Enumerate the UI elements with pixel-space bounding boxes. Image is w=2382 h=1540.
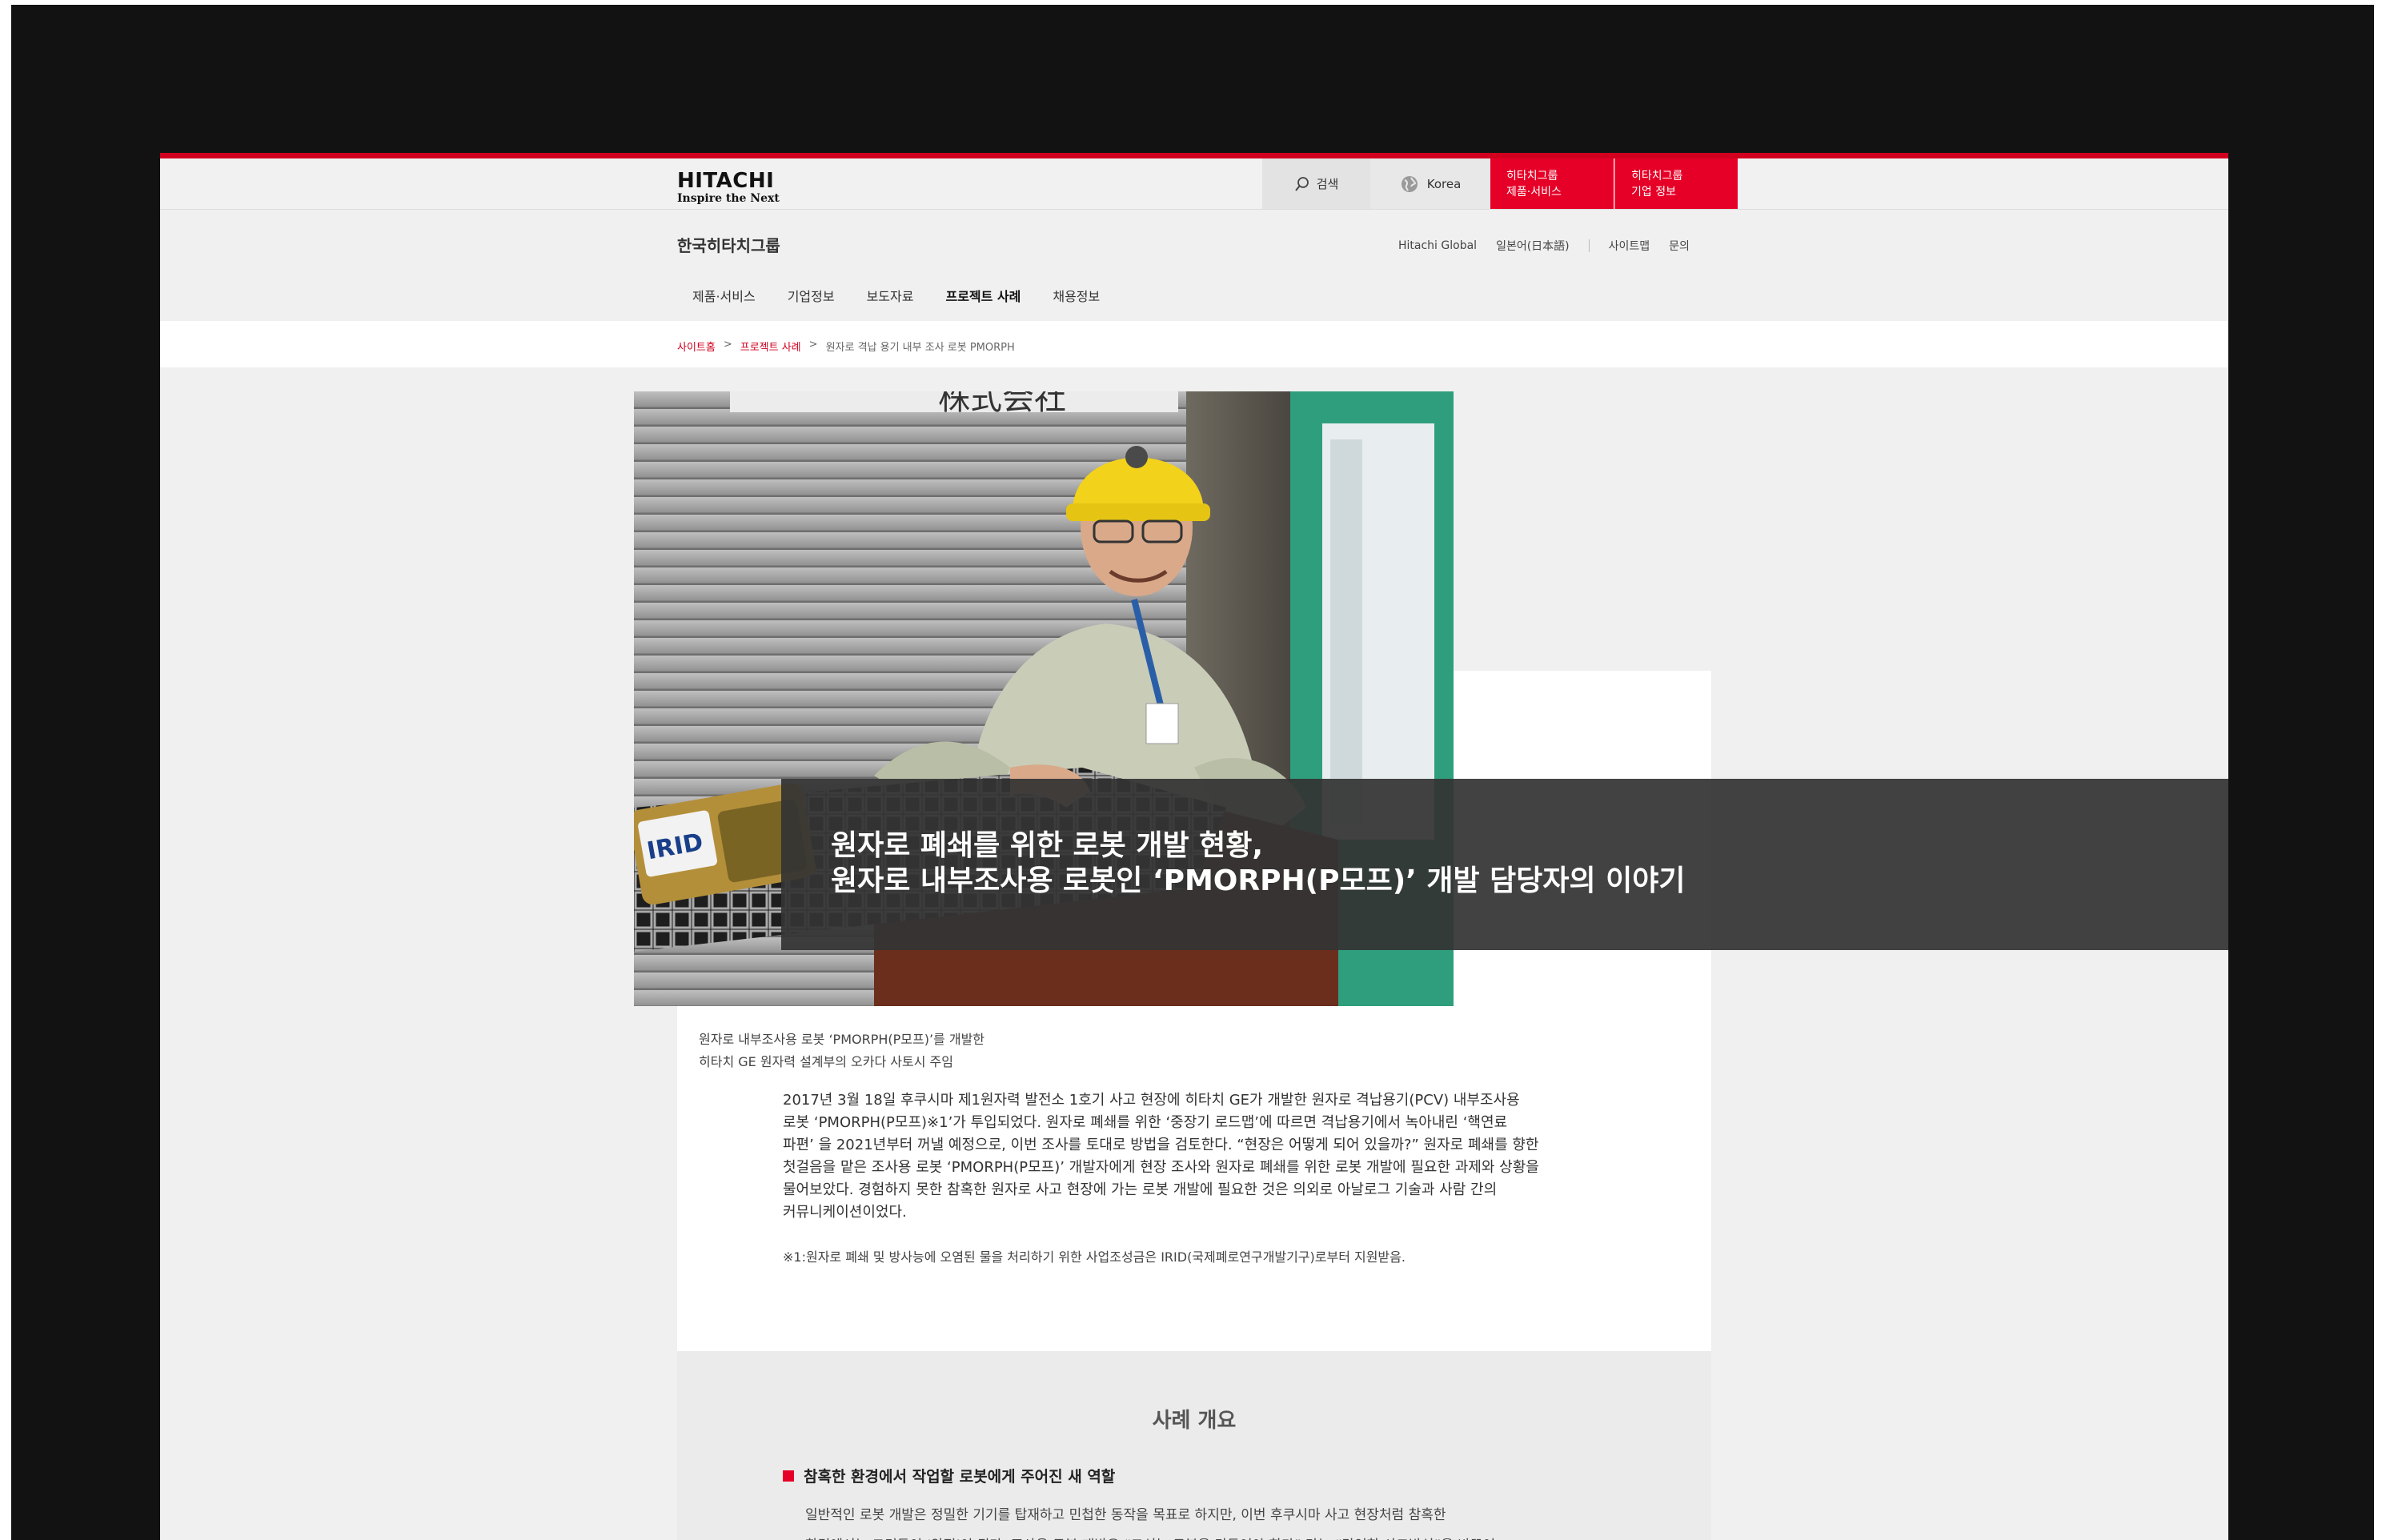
- nav-item-products[interactable]: 제품·서비스: [692, 286, 756, 305]
- hero-title: 원자로 폐쇄를 위한 로봇 개발 현황, 원자로 내부조사용 로봇인 ‘PMOR…: [831, 828, 1686, 899]
- breadcrumb-home[interactable]: 사이트홈: [677, 339, 716, 354]
- utility-links: Hitachi Global 일본어(日本語) 사이트맵 문의: [1398, 238, 1690, 254]
- main-nav: 제품·서비스 기업정보 보도자료 프로젝트 사례 채용정보: [692, 286, 1100, 305]
- red-square-icon: [783, 1470, 794, 1482]
- overview-subheading-text: 참혹한 환경에서 작업할 로봇에게 주어진 새 역할: [804, 1468, 1116, 1486]
- footnote: ※1:원자로 폐쇄 및 방사능에 오염된 물을 처리하기 위한 사업조성금은 I…: [783, 1249, 1406, 1265]
- breadcrumb-bar: [160, 321, 2228, 367]
- group-corp-label-line2: 기업 정보: [1631, 185, 1676, 199]
- screen-frame: HITACHI Inspire the Next 검색 Korea 히타치그룹 …: [11, 5, 2374, 1540]
- region-selector[interactable]: Korea: [1370, 158, 1490, 209]
- logo-tagline: Inspire the Next: [677, 192, 780, 205]
- intro-line: 물어보았다. 경험하지 못한 참혹한 원자로 사고 현장에 가는 로봇 개발에 …: [783, 1181, 1498, 1198]
- group-corp-label-line1: 히타치그룹: [1631, 169, 1683, 182]
- hero-title-line1: 원자로 폐쇄를 위한 로봇 개발 현황,: [831, 829, 1264, 862]
- nav-item-press[interactable]: 보도자료: [867, 286, 914, 305]
- overview-line: 일반적인 로봇 개발은 정밀한 기기를 탑재하고 민첩한 동작을 목표로 하지만…: [805, 1507, 1446, 1523]
- hitachi-logo[interactable]: HITACHI Inspire the Next: [677, 170, 780, 204]
- breadcrumb-separator: >: [723, 339, 732, 351]
- breadcrumb-separator: >: [808, 339, 818, 351]
- top-bar: [160, 158, 2228, 210]
- top-red-line: [160, 153, 2228, 158]
- util-link-japanese[interactable]: 일본어(日本語): [1496, 238, 1570, 254]
- photo-caption: 원자로 내부조사용 로봇 ‘PMORPH(P모프)’를 개발한 히타치 GE 원…: [699, 1029, 984, 1073]
- group-products-label-line2: 제품·서비스: [1506, 185, 1562, 199]
- web-page: HITACHI Inspire the Next 검색 Korea 히타치그룹 …: [160, 153, 2228, 1540]
- caption-line2: 히타치 GE 원자력 설계부의 오카다 사토시 주임: [699, 1054, 953, 1069]
- intro-line: 로봇 ‘PMORPH(P모프)※1’가 투입되었다. 원자로 폐쇄를 위한 ‘중…: [783, 1114, 1508, 1131]
- group-products-button[interactable]: 히타치그룹 제품·서비스: [1490, 158, 1614, 209]
- intro-line: 첫걸음을 맡은 조사용 로봇 ‘PMORPH(P모프)’ 개발자에게 현장 조사…: [783, 1159, 1539, 1176]
- nav-item-corporate[interactable]: 기업정보: [788, 286, 835, 305]
- intro-line: 파편’ 을 2021년부터 꺼낼 예정으로, 이번 조사를 토대로 방법을 검토…: [783, 1137, 1539, 1153]
- breadcrumb-current: 원자로 격납 용기 내부 조사 로봇 PMORPH: [825, 342, 1015, 354]
- hero-title-line2: 원자로 내부조사용 로봇인 ‘PMORPH(P모프)’ 개발 담당자의 이야기: [831, 864, 1686, 897]
- nav-item-projects[interactable]: 프로젝트 사례: [945, 286, 1021, 305]
- overview-title: 사례 개요: [1152, 1409, 1237, 1433]
- util-link-global[interactable]: Hitachi Global: [1398, 239, 1477, 252]
- search-icon: [1294, 176, 1309, 191]
- caption-line1: 원자로 내부조사용 로봇 ‘PMORPH(P모프)’를 개발한: [699, 1032, 985, 1047]
- globe-icon: [1401, 175, 1418, 192]
- divider: [1588, 239, 1590, 252]
- region-label: Korea: [1426, 176, 1462, 191]
- breadcrumb: 사이트홈 > 프로젝트 사례 > 원자로 격납 용기 내부 조사 로봇 PMOR…: [677, 339, 1015, 354]
- breadcrumb-projects[interactable]: 프로젝트 사례: [740, 339, 801, 354]
- group-corporate-button[interactable]: 히타치그룹 기업 정보: [1614, 158, 1738, 209]
- overview-line: 환경에서는 그것들이 ‘약점’이 된다. 조사용 로봇 개발은 “고성능 로봇을…: [805, 1530, 1638, 1540]
- nav-item-careers[interactable]: 채용정보: [1053, 286, 1100, 305]
- intro-line: 커뮤니케이션이었다.: [783, 1204, 907, 1221]
- search-button[interactable]: 검색: [1262, 158, 1370, 209]
- sign-text: 株式会社: [938, 391, 1066, 417]
- overview-section: 사례 개요 참혹한 환경에서 작업할 로봇에게 주어진 새 역할 일반적인 로봇…: [677, 1351, 1711, 1540]
- site-title[interactable]: 한국히타치그룹: [677, 233, 780, 256]
- intro-line: 2017년 3월 18일 후쿠시마 제1원자력 발전소 1호기 사고 현장에 히…: [783, 1092, 1520, 1109]
- overview-body: 일반적인 로봇 개발은 정밀한 기기를 탑재하고 민첩한 동작을 목표로 하지만…: [805, 1500, 1638, 1540]
- logo-brand: HITACHI: [677, 169, 775, 193]
- search-label: 검색: [1316, 177, 1339, 191]
- overview-subheading: 참혹한 환경에서 작업할 로봇에게 주어진 새 역할: [783, 1465, 1115, 1486]
- group-products-label-line1: 히타치그룹: [1506, 169, 1558, 182]
- intro-paragraph: 2017년 3월 18일 후쿠시마 제1원자력 발전소 1호기 사고 현장에 히…: [783, 1089, 1603, 1224]
- util-link-contact[interactable]: 문의: [1669, 238, 1690, 254]
- util-link-sitemap[interactable]: 사이트맵: [1609, 238, 1650, 254]
